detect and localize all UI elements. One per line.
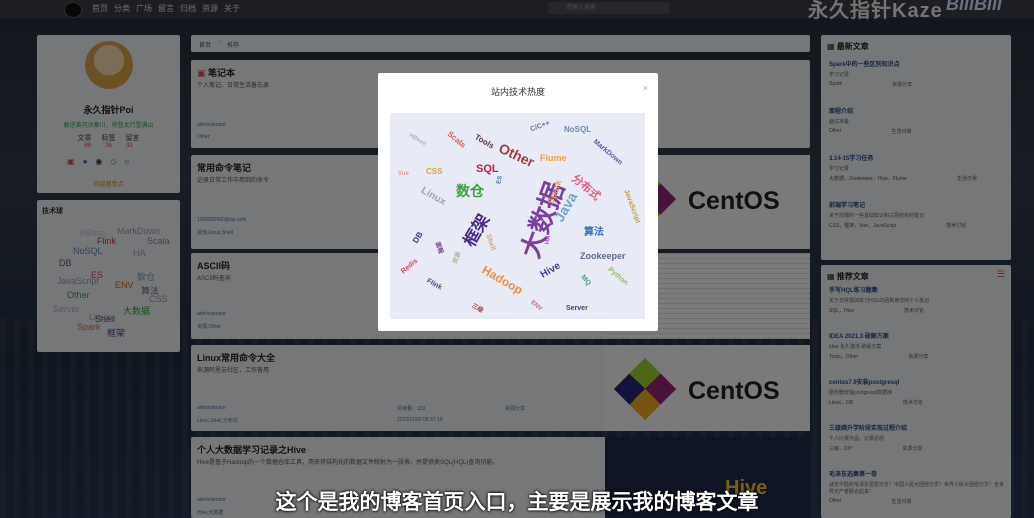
word-cloud-word[interactable]: 资源 <box>450 250 463 264</box>
word-cloud-word[interactable]: 三级 <box>471 301 486 314</box>
word-cloud-word[interactable]: SQL <box>476 163 499 175</box>
word-cloud-word[interactable]: Redis <box>400 258 419 276</box>
word-cloud-word[interactable]: Linux <box>419 185 448 208</box>
word-cloud-word[interactable]: Scala <box>446 129 468 149</box>
word-cloud-word[interactable]: NoSQL <box>564 125 591 134</box>
word-cloud-word[interactable]: Server <box>566 305 588 312</box>
video-subtitle: 这个是我的博客首页入口，主要是展示我的博客文章 <box>275 490 759 514</box>
word-cloud-word[interactable]: Other <box>496 140 537 170</box>
word-cloud-word[interactable]: Python <box>607 266 630 287</box>
word-cloud-word[interactable]: MQ <box>579 274 592 287</box>
word-cloud-word[interactable]: MarkDown <box>592 138 624 166</box>
word-cloud: 大数据 框架 数仓 Java Other Hadoop 分布式 Zookeeper SQL Flu… <box>390 113 645 319</box>
modal-title: 站内技术热度 <box>490 87 545 97</box>
close-icon[interactable]: × <box>643 83 648 93</box>
word-cloud-word[interactable]: Hive <box>539 260 563 280</box>
word-cloud-word[interactable]: Hadoop <box>479 263 525 297</box>
word-cloud-word[interactable]: HBase <box>408 133 427 148</box>
word-cloud-word[interactable]: Vue <box>398 171 409 177</box>
word-cloud-word[interactable]: DB <box>411 230 425 245</box>
word-cloud-word[interactable]: Tools <box>473 132 495 150</box>
word-cloud-word[interactable]: 面程 <box>434 240 447 254</box>
word-cloud-word[interactable]: CSS <box>426 167 442 176</box>
word-cloud-word[interactable]: Shell <box>484 233 496 251</box>
word-cloud-word[interactable]: JavaScript <box>622 189 641 225</box>
word-cloud-word[interactable]: 数仓 <box>456 181 484 201</box>
word-cloud-word[interactable]: ES <box>496 176 503 185</box>
word-cloud-word[interactable]: ENV <box>530 300 543 313</box>
word-cloud-word[interactable]: Zookeeper <box>580 251 626 261</box>
word-cloud-word[interactable]: C/C++ <box>529 120 550 133</box>
word-cloud-word[interactable]: Flume <box>540 153 567 163</box>
word-cloud-word[interactable]: Flink <box>425 277 443 291</box>
word-cloud-word[interactable]: 算法 <box>584 223 604 238</box>
tech-heat-modal: 站内技术热度 × 大数据 框架 数仓 Java Other Hadoop 分布式 Zookee… <box>378 73 658 331</box>
